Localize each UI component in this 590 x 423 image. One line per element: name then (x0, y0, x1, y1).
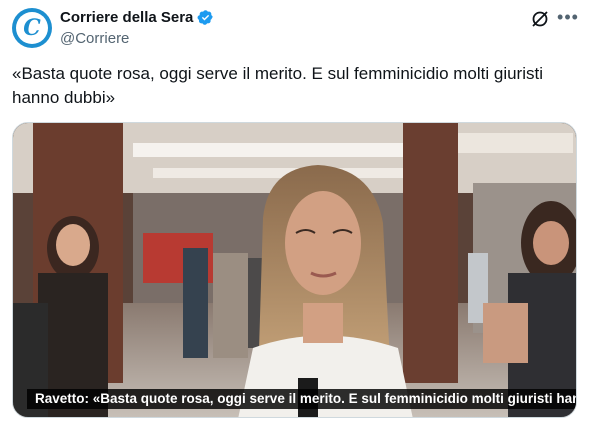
author-handle[interactable]: @Corriere (60, 30, 129, 47)
video-frame (13, 123, 576, 417)
author-name-row: Corriere della Sera (60, 9, 214, 26)
verified-badge-icon (197, 10, 214, 25)
grok-icon[interactable] (530, 9, 550, 29)
more-options-icon[interactable]: ••• (557, 8, 579, 28)
display-name[interactable]: Corriere della Sera (60, 9, 193, 26)
video-caption: Ravetto: «Basta quote rosa, oggi serve i… (27, 389, 576, 409)
avatar-logo: C (16, 12, 48, 44)
avatar[interactable]: C (12, 8, 52, 48)
tweet-text: «Basta quote rosa, oggi serve il merito.… (12, 64, 543, 107)
avatar-letter: C (23, 15, 41, 41)
tweet-video[interactable]: Ravetto: «Basta quote rosa, oggi serve i… (12, 122, 577, 418)
